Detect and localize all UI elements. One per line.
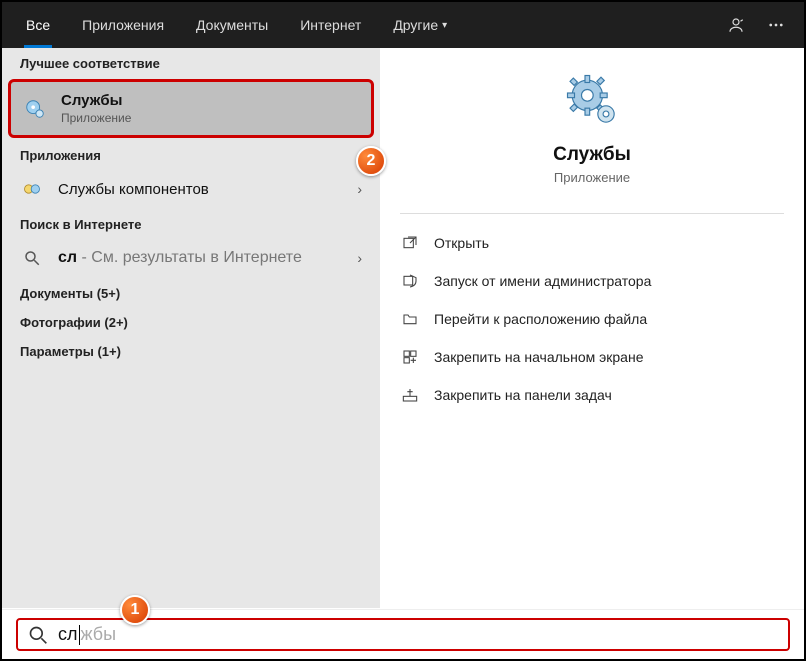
action-pin-start[interactable]: Закрепить на начальном экране [400,338,784,376]
tab-apps[interactable]: Приложения [66,2,180,48]
search-ghost-text: жбы [81,624,117,644]
tab-label: Все [26,17,50,33]
result-best-match[interactable]: Службы Приложение [2,77,380,140]
tab-docs[interactable]: Документы [180,2,284,48]
pin-taskbar-icon [400,385,420,405]
action-run-as-admin[interactable]: Запуск от имени администратора [400,262,784,300]
web-query: сл [58,249,77,266]
result-subtitle: Приложение [61,111,131,125]
result-text: Службы компонентов [58,181,209,198]
result-text: сл - См. результаты в Интернете [58,249,302,267]
detail-header: Службы Приложение [400,72,784,203]
result-web-item[interactable]: сл - См. результаты в Интернете › [2,238,380,278]
action-label: Запуск от имени администратора [434,273,651,289]
feedback-icon[interactable] [716,5,756,45]
section-web: Поиск в Интернете [2,209,380,238]
filter-tabs: Все Приложения Документы Интернет Другие… [2,2,804,48]
services-icon [564,72,620,128]
more-options-icon[interactable] [756,5,796,45]
text-caret [79,625,80,645]
tab-label: Приложения [82,17,164,33]
action-label: Закрепить на панели задач [434,387,612,403]
pin-start-icon [400,347,420,367]
section-best-match: Лучшее соответствие [2,48,380,77]
action-open[interactable]: Открыть [400,224,784,262]
gear-icon [23,97,47,121]
section-params[interactable]: Параметры (1+) [2,336,380,365]
section-photos[interactable]: Фотографии (2+) [2,307,380,336]
results-pane: Лучшее соответствие Службы Приложение Пр… [2,48,380,608]
folder-icon [400,309,420,329]
detail-pane: Службы Приложение Открыть Запуск от имен… [380,48,804,608]
chevron-down-icon: ▾ [442,20,447,31]
section-documents[interactable]: Документы (5+) [2,278,380,307]
section-apps: Приложения [2,140,380,169]
chevron-right-icon: › [357,181,362,197]
web-suffix: - См. результаты в Интернете [77,249,302,266]
action-label: Закрепить на начальном экране [434,349,644,365]
search-typed-text: сл [58,624,78,644]
result-title: Службы [61,92,131,109]
action-pin-taskbar[interactable]: Закрепить на панели задач [400,376,784,414]
component-services-icon [20,177,44,201]
action-label: Открыть [434,235,489,251]
result-app-item[interactable]: Службы компонентов › [2,169,380,209]
detail-title: Службы [553,144,631,166]
search-input[interactable]: слжбы [58,624,778,645]
separator [400,213,784,214]
main-area: Лучшее соответствие Службы Приложение Пр… [2,48,804,608]
tab-all[interactable]: Все [10,2,66,48]
detail-subtitle: Приложение [554,170,630,185]
search-icon [28,625,48,645]
action-open-location[interactable]: Перейти к расположению файла [400,300,784,338]
tab-label: Другие [393,17,438,33]
result-title: Службы компонентов [58,181,209,198]
admin-icon [400,271,420,291]
tab-internet[interactable]: Интернет [284,2,377,48]
tab-more[interactable]: Другие ▾ [377,2,463,48]
annotation-badge-2: 2 [356,146,386,176]
open-icon [400,233,420,253]
search-icon [20,246,44,270]
tab-label: Документы [196,17,268,33]
tab-label: Интернет [300,17,361,33]
chevron-right-icon: › [357,250,362,266]
action-label: Перейти к расположению файла [434,311,647,327]
result-text: Службы Приложение [61,92,131,125]
annotation-badge-1: 1 [120,595,150,625]
